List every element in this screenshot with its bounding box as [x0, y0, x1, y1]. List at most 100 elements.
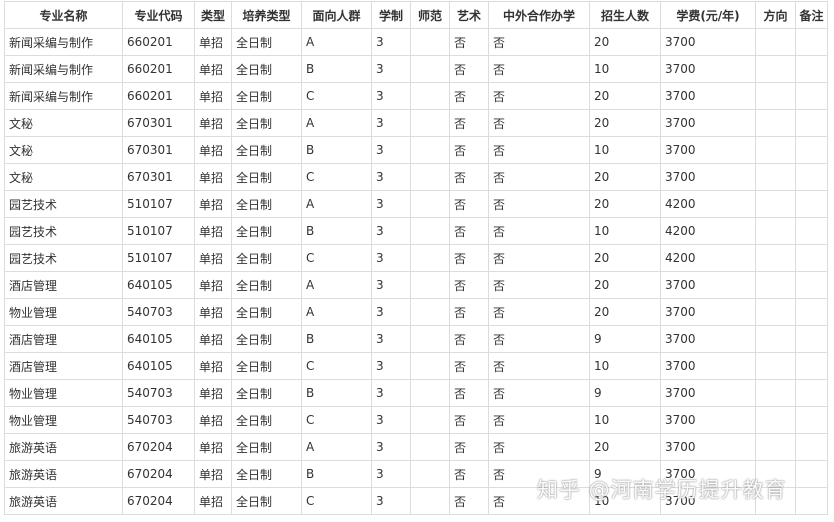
table-cell	[795, 109, 828, 137]
table-cell	[410, 352, 450, 380]
table-cell: 否	[488, 271, 590, 299]
table-cell: 否	[449, 244, 489, 272]
table-cell	[755, 325, 796, 353]
table-cell: 全日制	[231, 28, 302, 56]
table-cell: 4200	[660, 190, 756, 218]
table-cell: 酒店管理	[4, 271, 123, 299]
table-cell: 否	[488, 28, 590, 56]
table-cell: 酒店管理	[4, 325, 123, 353]
table-cell	[410, 460, 450, 488]
table-cell: 酒店管理	[4, 352, 123, 380]
table-cell: 全日制	[231, 244, 302, 272]
table-cell: 3	[371, 325, 411, 353]
table-cell	[410, 271, 450, 299]
table-row: 酒店管理 640105 单招 全日制 B 3 否否 9 3700	[4, 325, 828, 353]
table-cell: 670301	[122, 163, 195, 191]
table-cell: 单招	[194, 406, 232, 434]
table-cell: 10	[589, 55, 661, 83]
table-cell: B	[301, 136, 372, 164]
table-cell: 否	[449, 271, 489, 299]
table-row: 新闻采编与制作 660201 单招 全日制 C 3 否否 20 3700	[4, 82, 828, 110]
table-cell: 否	[488, 163, 590, 191]
table-cell: 单招	[194, 28, 232, 56]
table-cell: 3	[371, 379, 411, 407]
table-cell: 670301	[122, 109, 195, 137]
table-cell	[410, 406, 450, 434]
table-cell: 单招	[194, 433, 232, 461]
table-cell: 否	[449, 352, 489, 380]
table-row: 物业管理 540703 单招 全日制 A 3 否否 20 3700	[4, 298, 828, 326]
table-cell: A	[301, 298, 372, 326]
table-cell	[410, 55, 450, 83]
table-cell: 3	[371, 217, 411, 245]
table-cell: 否	[449, 217, 489, 245]
table-cell: 640105	[122, 325, 195, 353]
table-cell: 670204	[122, 433, 195, 461]
table-cell	[755, 82, 796, 110]
table-cell: 10	[589, 352, 661, 380]
table-cell: 全日制	[231, 406, 302, 434]
table-cell: 否	[449, 460, 489, 488]
table-cell	[795, 217, 828, 245]
table-cell	[410, 487, 450, 515]
table-cell: 3	[371, 28, 411, 56]
table-cell: 全日制	[231, 163, 302, 191]
table-cell: 全日制	[231, 379, 302, 407]
table-cell: A	[301, 28, 372, 56]
table-cell: 10	[589, 217, 661, 245]
table-cell: 3700	[660, 82, 756, 110]
table-cell: 3	[371, 82, 411, 110]
table-cell: 10	[589, 406, 661, 434]
column-header: 师范	[410, 1, 450, 29]
table-cell: 3	[371, 433, 411, 461]
table-cell: 单招	[194, 325, 232, 353]
table-cell: 10	[589, 136, 661, 164]
table-cell: 单招	[194, 487, 232, 515]
table-cell: 单招	[194, 352, 232, 380]
table-cell: 单招	[194, 163, 232, 191]
table-cell: 9	[589, 325, 661, 353]
table-cell: 否	[449, 28, 489, 56]
table-cell: 全日制	[231, 352, 302, 380]
table-cell: 新闻采编与制作	[4, 55, 123, 83]
table-cell: 旅游英语	[4, 487, 123, 515]
table-cell: 单招	[194, 82, 232, 110]
table-cell: 单招	[194, 298, 232, 326]
table-cell: 否	[449, 55, 489, 83]
table-cell: 670204	[122, 487, 195, 515]
table-row: 文秘 670301 单招 全日制 B 3 否否 10 3700	[4, 136, 828, 164]
table-cell	[795, 190, 828, 218]
table-cell	[410, 244, 450, 272]
table-cell: C	[301, 406, 372, 434]
column-header: 方向	[755, 1, 796, 29]
table-cell: 否	[488, 244, 590, 272]
table-cell: 20	[589, 271, 661, 299]
table-cell: 否	[449, 406, 489, 434]
table-cell: 20	[589, 298, 661, 326]
table-cell: 否	[488, 217, 590, 245]
column-header: 专业代码	[122, 1, 195, 29]
table-cell: 园艺技术	[4, 217, 123, 245]
table-cell: 全日制	[231, 298, 302, 326]
table-cell: 540703	[122, 406, 195, 434]
table-cell	[410, 379, 450, 407]
table-cell	[755, 379, 796, 407]
table-cell: B	[301, 217, 372, 245]
table-cell: 否	[449, 487, 489, 515]
table-cell: 全日制	[231, 82, 302, 110]
table-cell: 660201	[122, 28, 195, 56]
table-cell: 510107	[122, 190, 195, 218]
table-cell	[410, 325, 450, 353]
table-cell: 3	[371, 163, 411, 191]
table-cell: 3700	[660, 28, 756, 56]
table-cell: 20	[589, 82, 661, 110]
table-cell: 文秘	[4, 163, 123, 191]
table-cell: 否	[488, 55, 590, 83]
table-cell: 否	[449, 190, 489, 218]
table-cell: 单招	[194, 109, 232, 137]
table-row: 物业管理 540703 单招 全日制 C 3 否否 10 3700	[4, 406, 828, 434]
table-cell: 20	[589, 163, 661, 191]
table-cell: 3	[371, 487, 411, 515]
table-cell: 全日制	[231, 136, 302, 164]
table-row: 文秘 670301 单招 全日制 A 3 否否 20 3700	[4, 109, 828, 137]
